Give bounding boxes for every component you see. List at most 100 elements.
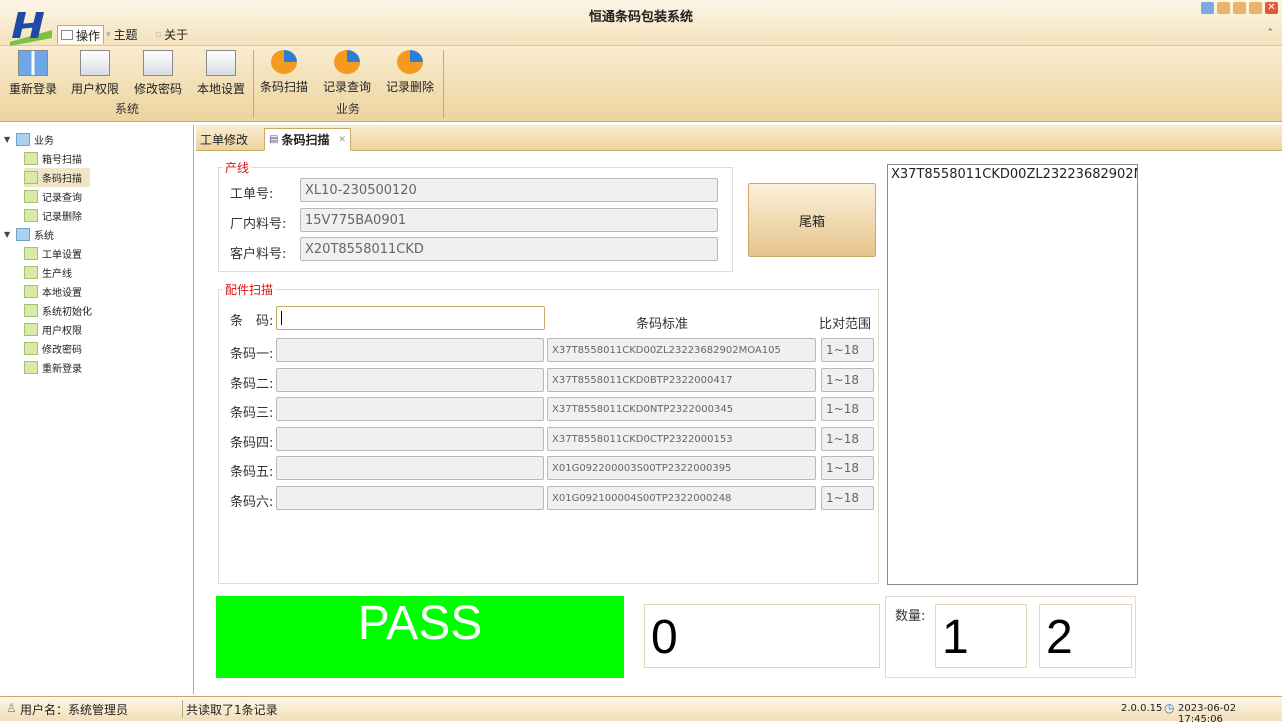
pie-chart-icon	[397, 50, 423, 74]
barcode-input[interactable]	[276, 306, 545, 330]
barcode-row-input[interactable]	[276, 427, 544, 451]
page-icon: ▤	[269, 134, 279, 145]
record-query-label: 记录查询	[322, 80, 371, 94]
tree-item-production-line[interactable]: 生产线	[24, 263, 192, 282]
barcode-scan-label: 条码扫描	[259, 80, 308, 94]
maximize-icon[interactable]	[1249, 2, 1262, 14]
compare-range-field[interactable]: 1~18	[821, 397, 874, 421]
work-order-field[interactable]: XL10-230500120	[300, 178, 718, 202]
relogin-button[interactable]: 重新登录	[4, 50, 62, 102]
app-logo	[10, 12, 52, 46]
barcode-standard-field[interactable]: X37T8558011CKD0BTP2322000417	[547, 368, 816, 392]
record-delete-button[interactable]: 记录删除	[381, 50, 439, 102]
compare-range-field[interactable]: 1~18	[821, 486, 874, 510]
page-icon	[24, 361, 38, 374]
menu-tab-theme[interactable]: ▾ 主题	[106, 25, 138, 44]
barcode-row-label: 条码六:	[230, 495, 274, 510]
menu-tab-label: 操作	[76, 28, 101, 43]
help-icon[interactable]	[1201, 2, 1214, 14]
tree-item-label: 记录查询	[42, 193, 82, 204]
group-separator	[443, 50, 444, 118]
tree-node-business[interactable]: ▼ 业务	[4, 130, 192, 149]
relogin-icon	[18, 50, 48, 76]
barcode-row-input[interactable]	[276, 456, 544, 480]
page-icon	[24, 323, 38, 336]
ribbon-collapse-icon[interactable]: ⌃	[1266, 28, 1274, 38]
menu-tab-about[interactable]: ▫ 关于	[155, 25, 188, 44]
tree-item-work-order-settings[interactable]: 工单设置	[24, 244, 192, 263]
barcode-row-label: 条码二:	[230, 377, 274, 392]
standard-header: 条码标准	[636, 317, 689, 332]
tree-item-box-scan[interactable]: 箱号扫描	[24, 149, 192, 168]
tab-barcode-scan[interactable]: ▤ 条码扫描 ✕	[264, 128, 352, 151]
status-separator	[182, 700, 183, 718]
compare-range-field[interactable]: 1~18	[821, 456, 874, 480]
barcode-row-label: 条码五:	[230, 465, 274, 480]
scanned-list[interactable]: X37T8558011CKD00ZL23223682902MO	[887, 164, 1138, 585]
tree-item-local-settings[interactable]: 本地设置	[24, 282, 192, 301]
customer-part-field[interactable]: X20T8558011CKD	[300, 237, 718, 261]
tree-item-relogin[interactable]: 重新登录	[24, 358, 192, 377]
expand-arrow-icon[interactable]: ▼	[4, 135, 12, 144]
tree-item-label: 记录删除	[42, 212, 82, 223]
barcode-row-label: 条码一:	[230, 347, 274, 362]
sidebar-tree: ▼ 业务 箱号扫描 条码扫描 记录查询 记录删除 ▼ 系统 工单设置 生产线 本…	[0, 125, 194, 694]
page-icon	[24, 152, 38, 165]
change-password-label: 修改密码	[133, 82, 182, 96]
tree-item-barcode-scan[interactable]: 条码扫描	[24, 168, 90, 187]
quantity-label: 数量:	[895, 609, 926, 624]
menu-tab-operation[interactable]: 操作	[57, 25, 105, 44]
barcode-label: 条 码:	[230, 314, 274, 329]
close-icon[interactable]: ✕	[1265, 2, 1278, 14]
compare-range-field[interactable]: 1~18	[821, 338, 874, 362]
tree-item-label: 系统初始化	[42, 307, 92, 318]
document-icon	[80, 50, 110, 76]
skin-icon[interactable]	[1217, 2, 1230, 14]
barcode-row-input[interactable]	[276, 486, 544, 510]
page-icon	[24, 266, 38, 279]
tree-item-change-password[interactable]: 修改密码	[24, 339, 192, 358]
factory-part-label: 厂内料号:	[230, 217, 287, 232]
barcode-row-input[interactable]	[276, 338, 544, 362]
tree-item-record-delete[interactable]: 记录删除	[24, 206, 192, 225]
user-icon: ♙	[6, 701, 17, 715]
barcode-standard-field[interactable]: X37T8558011CKD0NTP2322000345	[547, 397, 816, 421]
barcode-standard-field[interactable]: X37T8558011CKD00ZL23223682902MOA105	[547, 338, 816, 362]
tree-item-record-query[interactable]: 记录查询	[24, 187, 192, 206]
relogin-label: 重新登录	[8, 82, 57, 96]
compare-range-field[interactable]: 1~18	[821, 368, 874, 392]
tree-node-system[interactable]: ▼ 系统	[4, 225, 192, 244]
status-bar: ♙ 用户名：系统管理员 共读取了1条记录 2.0.0.15 ◷ 2023-06-…	[0, 696, 1282, 725]
about-icon: ▫	[155, 29, 162, 40]
folder-icon	[16, 133, 30, 146]
version-label: 2.0.0.15	[1121, 703, 1163, 714]
barcode-standard-field[interactable]: X01G092100004S00TP2322000248	[547, 486, 816, 510]
page-icon	[24, 304, 38, 317]
change-password-button[interactable]: 修改密码	[129, 50, 187, 102]
barcode-row-input[interactable]	[276, 397, 544, 421]
record-query-button[interactable]: 记录查询	[318, 50, 376, 102]
tree-item-label: 条码扫描	[42, 174, 82, 185]
barcode-standard-field[interactable]: X37T8558011CKD0CTP2322000153	[547, 427, 816, 451]
tail-box-button[interactable]: 尾箱	[748, 183, 876, 257]
minimize-icon[interactable]	[1233, 2, 1246, 14]
tab-close-icon[interactable]: ✕	[338, 135, 346, 145]
list-item[interactable]: X37T8558011CKD00ZL23223682902MO	[891, 167, 1137, 182]
compare-range-field[interactable]: 1~18	[821, 427, 874, 451]
page-icon	[24, 247, 38, 260]
range-header: 比对范围	[819, 317, 872, 332]
status-message: 共读取了1条记录	[186, 703, 278, 717]
group-title: 配件扫描	[225, 283, 274, 297]
tab-work-order-edit[interactable]: 工单修改	[196, 128, 252, 151]
tree-item-system-init[interactable]: 系统初始化	[24, 301, 192, 320]
pie-chart-icon	[271, 50, 297, 74]
local-settings-button[interactable]: 本地设置	[192, 50, 250, 102]
barcode-row-input[interactable]	[276, 368, 544, 392]
tree-item-user-permission[interactable]: 用户权限	[24, 320, 192, 339]
factory-part-field[interactable]: 15V775BA0901	[300, 208, 718, 232]
current-user: 用户名：系统管理员	[20, 703, 129, 717]
barcode-standard-field[interactable]: X01G092200003S00TP2322000395	[547, 456, 816, 480]
expand-arrow-icon[interactable]: ▼	[4, 230, 12, 239]
barcode-scan-button[interactable]: 条码扫描	[255, 50, 313, 102]
user-permission-button[interactable]: 用户权限	[66, 50, 124, 102]
